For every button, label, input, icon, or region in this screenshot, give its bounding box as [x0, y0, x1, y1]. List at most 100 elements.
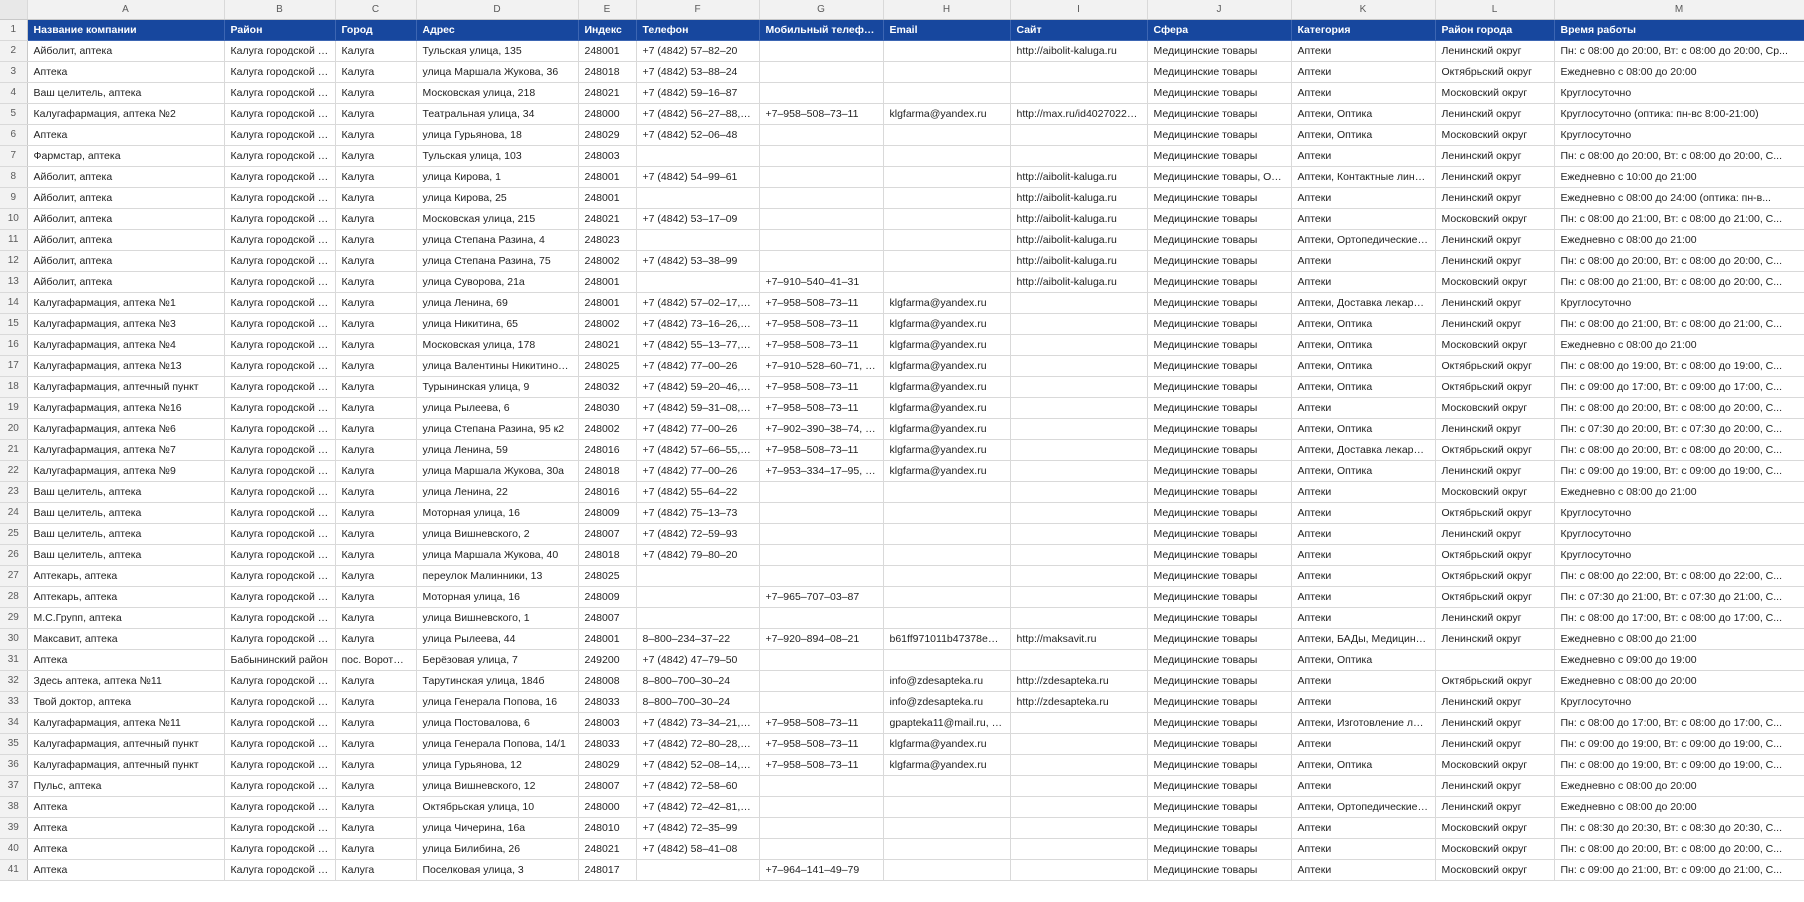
table-cell[interactable]: +7–920–894–08–21	[759, 628, 884, 650]
table-cell[interactable]: Круглосуточно	[1554, 502, 1804, 524]
table-cell[interactable]: Калуга	[335, 418, 417, 440]
table-cell[interactable]: http://zdesapteka.ru	[1010, 691, 1148, 713]
table-cell[interactable]: Ленинский округ	[1435, 733, 1555, 755]
table-cell[interactable]: Калуга	[335, 103, 417, 125]
table-cell[interactable]: 248007	[578, 607, 637, 629]
table-cell[interactable]: Московская улица, 215	[416, 208, 579, 230]
table-cell[interactable]: Круглосуточно (оптика: пн-вс 8:00-21:00)	[1554, 103, 1804, 125]
table-cell[interactable]: Калуга городской округ	[224, 397, 336, 419]
table-cell[interactable]: Аптека	[27, 649, 225, 671]
table-cell[interactable]	[1010, 838, 1148, 860]
table-cell[interactable]: 248001	[578, 166, 637, 188]
table-cell[interactable]: Медицинские товары	[1147, 250, 1292, 272]
table-cell[interactable]	[1010, 145, 1148, 167]
select-all-corner[interactable]	[0, 0, 28, 20]
table-cell[interactable]	[636, 586, 760, 608]
row-number[interactable]: 3	[0, 61, 28, 83]
table-cell[interactable]: Калуга	[335, 271, 417, 293]
table-cell[interactable]: http://maksavit.ru	[1010, 628, 1148, 650]
column-header[interactable]: Телефон	[636, 19, 760, 41]
table-cell[interactable]: Айболит, аптека	[27, 208, 225, 230]
table-cell[interactable]: Ежедневно с 08:00 до 21:00	[1554, 334, 1804, 356]
table-cell[interactable]: Калуга городской округ	[224, 334, 336, 356]
table-cell[interactable]: klgfarma@yandex.ru	[883, 355, 1011, 377]
table-cell[interactable]: Круглосуточно	[1554, 292, 1804, 314]
row-number[interactable]: 22	[0, 460, 28, 482]
table-cell[interactable]: 248018	[578, 61, 637, 83]
table-cell[interactable]	[759, 481, 884, 503]
table-cell[interactable]: 248000	[578, 103, 637, 125]
table-cell[interactable]: Калуга городской округ	[224, 670, 336, 692]
table-cell[interactable]: Калуга городской округ	[224, 754, 336, 776]
table-cell[interactable]: Калуга городской округ	[224, 460, 336, 482]
table-cell[interactable]: Медицинские товары	[1147, 145, 1292, 167]
table-cell[interactable]: Аптеки	[1291, 397, 1436, 419]
table-cell[interactable]	[759, 124, 884, 146]
table-cell[interactable]: Айболит, аптека	[27, 229, 225, 251]
table-cell[interactable]	[636, 145, 760, 167]
table-cell[interactable]: +7 (4842) 52–06–48	[636, 124, 760, 146]
column-letter-j[interactable]: J	[1147, 0, 1292, 20]
table-cell[interactable]: Ваш целитель, аптека	[27, 82, 225, 104]
table-cell[interactable]: klgfarma@yandex.ru	[883, 754, 1011, 776]
table-cell[interactable]: 248007	[578, 775, 637, 797]
table-cell[interactable]	[759, 775, 884, 797]
table-cell[interactable]: Медицинские товары	[1147, 733, 1292, 755]
table-cell[interactable]	[1010, 733, 1148, 755]
table-cell[interactable]: Медицинские товары	[1147, 40, 1292, 62]
table-cell[interactable]: Пн: с 08:00 до 21:00, Вт: с 08:00 до 20:…	[1554, 271, 1804, 293]
table-cell[interactable]: Калуга	[335, 796, 417, 818]
table-cell[interactable]: 248016	[578, 481, 637, 503]
table-cell[interactable]	[883, 796, 1011, 818]
table-cell[interactable]: 248021	[578, 208, 637, 230]
column-letter-f[interactable]: F	[636, 0, 760, 20]
table-cell[interactable]: Медицинские товары	[1147, 292, 1292, 314]
table-cell[interactable]: klgfarma@yandex.ru	[883, 376, 1011, 398]
table-cell[interactable]	[1010, 796, 1148, 818]
table-cell[interactable]	[1010, 397, 1148, 419]
table-cell[interactable]: Ваш целитель, аптека	[27, 544, 225, 566]
table-cell[interactable]: +7 (4842) 59–16–87	[636, 82, 760, 104]
table-cell[interactable]: улица Генерала Попова, 16	[416, 691, 579, 713]
table-cell[interactable]: Пн: с 07:30 до 21:00, Вт: с 07:30 до 21:…	[1554, 586, 1804, 608]
row-number[interactable]: 33	[0, 691, 28, 713]
table-cell[interactable]: Тарутинская улица, 184б	[416, 670, 579, 692]
table-cell[interactable]: улица Маршала Жукова, 40	[416, 544, 579, 566]
table-cell[interactable]: +7 (4842) 55–13–77, +7...	[636, 334, 760, 356]
table-cell[interactable]: Аптекарь, аптека	[27, 565, 225, 587]
table-cell[interactable]: Медицинские товары	[1147, 313, 1292, 335]
table-cell[interactable]: пос. Воротынск	[335, 649, 417, 671]
row-number[interactable]: 41	[0, 859, 28, 881]
table-cell[interactable]: Калуга	[335, 355, 417, 377]
table-cell[interactable]: Медицинские товары	[1147, 61, 1292, 83]
table-cell[interactable]	[883, 145, 1011, 167]
table-cell[interactable]: Калугафармация, аптечный пункт	[27, 376, 225, 398]
column-header[interactable]: Район	[224, 19, 336, 41]
table-cell[interactable]: 248003	[578, 712, 637, 734]
table-cell[interactable]	[636, 187, 760, 209]
table-cell[interactable]: Здесь аптека, аптека №11	[27, 670, 225, 692]
table-cell[interactable]	[1010, 292, 1148, 314]
table-cell[interactable]	[636, 859, 760, 881]
table-cell[interactable]: +7 (4842) 73–16–26, +7...	[636, 313, 760, 335]
table-cell[interactable]: Ленинский округ	[1435, 418, 1555, 440]
table-cell[interactable]: улица Постовалова, 6	[416, 712, 579, 734]
table-cell[interactable]: улица Гурьянова, 12	[416, 754, 579, 776]
table-cell[interactable]: 8–800–234–37–22	[636, 628, 760, 650]
table-cell[interactable]: 248032	[578, 376, 637, 398]
table-cell[interactable]: 248033	[578, 691, 637, 713]
table-cell[interactable]: +7 (4842) 52–08–14, +7...	[636, 754, 760, 776]
table-cell[interactable]: Тульская улица, 103	[416, 145, 579, 167]
table-cell[interactable]: 248016	[578, 439, 637, 461]
table-cell[interactable]	[883, 208, 1011, 230]
table-cell[interactable]: Аптеки	[1291, 502, 1436, 524]
table-cell[interactable]	[1010, 355, 1148, 377]
table-cell[interactable]: Медицинские товары	[1147, 775, 1292, 797]
table-cell[interactable]: Берёзовая улица, 7	[416, 649, 579, 671]
table-cell[interactable]: Калуга городской округ	[224, 418, 336, 440]
table-cell[interactable]: Калуга городской округ	[224, 502, 336, 524]
table-cell[interactable]: Московский округ	[1435, 397, 1555, 419]
table-cell[interactable]: Пн: с 07:30 до 20:00, Вт: с 07:30 до 20:…	[1554, 418, 1804, 440]
table-cell[interactable]: Калуга городской округ	[224, 166, 336, 188]
table-cell[interactable]: http://aibolit-kaluga.ru	[1010, 250, 1148, 272]
